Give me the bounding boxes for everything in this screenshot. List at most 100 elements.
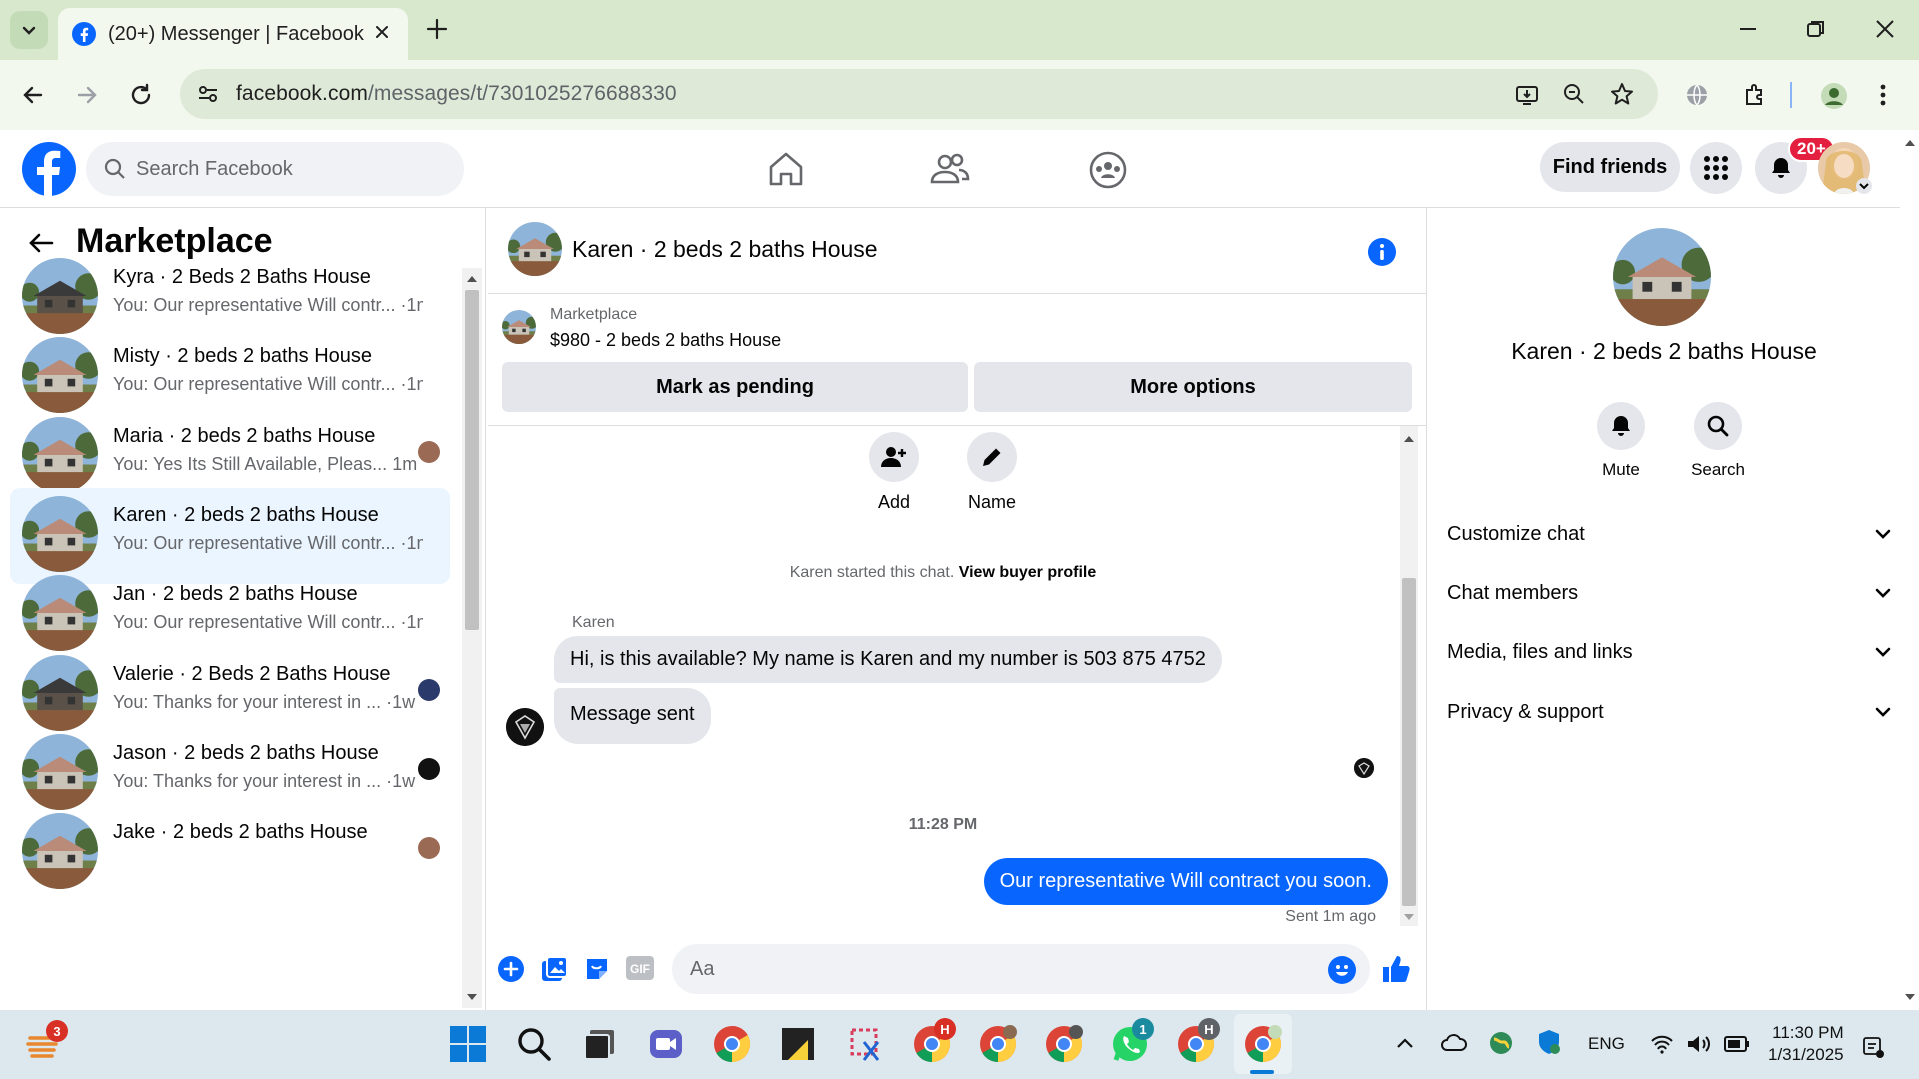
extensions-icon[interactable] (1742, 82, 1768, 108)
like-thumbs-up-icon[interactable] (1381, 954, 1411, 984)
back-arrow-icon[interactable] (20, 82, 46, 108)
add-label: Add (877, 492, 911, 512)
scroll-down-icon[interactable] (466, 992, 478, 1002)
windows-start-icon[interactable] (448, 1024, 488, 1064)
language-indicator[interactable]: ENG (1588, 1034, 1625, 1054)
chrome-active-icon[interactable] (1243, 1024, 1283, 1064)
volume-icon[interactable] (1686, 1034, 1712, 1054)
wifi-icon[interactable] (1650, 1034, 1674, 1054)
zoom-icon[interactable] (1562, 82, 1586, 106)
menu-grid-button[interactable] (1690, 142, 1742, 194)
sticky-notes-icon[interactable] (778, 1024, 818, 1064)
chrome-profile-icon[interactable] (978, 1024, 1018, 1064)
add-member-action[interactable]: Add (864, 432, 924, 513)
sender-avatar[interactable] (506, 708, 544, 746)
scroll-up-icon[interactable] (1904, 138, 1916, 148)
incoming-message[interactable]: Message sent (554, 688, 711, 744)
forward-arrow-icon[interactable] (74, 82, 100, 108)
conversation-name: Misty · 2 beds 2 baths House (113, 345, 373, 368)
message-input-box[interactable] (672, 944, 1370, 994)
listing-thumbnail[interactable] (502, 310, 536, 344)
browser-tab-active[interactable]: (20+) Messenger | Facebook (58, 8, 408, 60)
url-text[interactable]: facebook.com/messages/t/7301025276688330 (236, 82, 677, 106)
facebook-logo-icon[interactable] (22, 142, 76, 196)
view-buyer-profile-link[interactable]: View buyer profile (959, 564, 1097, 581)
conversation-time: ·1m (400, 295, 423, 315)
more-options-button[interactable]: More options (974, 362, 1412, 412)
bookmark-star-icon[interactable] (1610, 82, 1634, 106)
reload-icon[interactable] (128, 82, 154, 108)
groups-icon[interactable] (1088, 150, 1128, 190)
search-action[interactable]: Search (1683, 402, 1753, 480)
close-tab-icon[interactable] (372, 22, 392, 42)
install-app-icon[interactable] (1514, 82, 1540, 108)
emoji-icon[interactable] (1328, 956, 1356, 984)
conversation-thumbnail (22, 337, 98, 414)
minimize-icon[interactable] (1737, 18, 1759, 40)
conversation-thumbnail (22, 258, 98, 334)
incoming-message[interactable]: Hi, is this available? My name is Karen … (554, 636, 1222, 683)
browser-menu-icon[interactable] (1878, 82, 1888, 108)
home-icon[interactable] (766, 150, 806, 188)
scroll-up-icon[interactable] (466, 274, 478, 284)
tab-search-button[interactable] (10, 11, 48, 49)
gif-icon[interactable]: GIF (626, 956, 654, 980)
teams-meet-icon[interactable] (646, 1024, 686, 1064)
search-icon[interactable] (514, 1024, 554, 1064)
sidebar-scroll-thumb[interactable] (465, 290, 479, 630)
account-chevron-icon[interactable] (1856, 178, 1872, 194)
conversation-time: ·1w (386, 770, 416, 791)
system-clock[interactable]: 11:30 PM 1/31/2025 (1768, 1022, 1844, 1066)
section-chat-members[interactable]: Chat members (1447, 569, 1893, 617)
find-friends-button[interactable]: Find friends (1540, 142, 1680, 192)
outgoing-message[interactable]: Our representative Will contract you soo… (983, 858, 1388, 905)
friends-icon[interactable] (928, 150, 970, 188)
conversation-name: Jason · 2 beds 2 baths House (113, 741, 379, 764)
security-shield-icon[interactable] (1536, 1028, 1562, 1056)
conversation-item[interactable]: Jake · 2 beds 2 baths House (10, 805, 450, 901)
address-bar[interactable]: facebook.com/messages/t/7301025276688330 (180, 69, 1658, 119)
details-avatar[interactable] (1613, 228, 1711, 326)
new-tab-icon[interactable] (424, 16, 450, 42)
message-input[interactable] (690, 957, 1290, 981)
page-scrollbar[interactable] (1900, 130, 1919, 1010)
message-composer: GIF (488, 926, 1426, 1010)
scroll-up-icon[interactable] (1403, 434, 1415, 444)
mute-action[interactable]: Mute (1586, 402, 1656, 480)
task-view-icon[interactable] (580, 1024, 620, 1064)
chat-avatar[interactable] (508, 222, 562, 276)
chat-title[interactable]: Karen · 2 beds 2 baths House (572, 236, 878, 263)
chrome-profile-badge: H (934, 1018, 956, 1040)
info-icon[interactable] (1368, 238, 1396, 266)
scroll-down-icon[interactable] (1403, 912, 1415, 922)
chat-scroll-thumb[interactable] (1402, 578, 1416, 906)
chevron-up-icon[interactable] (1396, 1036, 1414, 1050)
section-customize-chat[interactable]: Customize chat (1447, 510, 1893, 558)
snipping-tool-icon[interactable] (846, 1024, 886, 1064)
network-globe-icon[interactable] (1488, 1030, 1514, 1056)
svg-text:GIF: GIF (630, 962, 650, 976)
chrome-icon[interactable] (712, 1024, 752, 1064)
site-settings-icon[interactable] (196, 82, 220, 106)
battery-icon[interactable] (1724, 1036, 1750, 1052)
name-chat-action[interactable]: Name (962, 432, 1022, 513)
translate-globe-icon[interactable] (1684, 82, 1710, 108)
profile-icon[interactable] (1820, 82, 1848, 110)
window-close-icon[interactable] (1874, 18, 1896, 40)
scroll-down-icon[interactable] (1904, 992, 1916, 1002)
conversation-preview: You: Yes Its Still Available, Pleas... 1… (113, 453, 418, 474)
restore-icon[interactable] (1805, 18, 1827, 40)
sticker-icon[interactable] (584, 956, 610, 982)
mark-as-pending-button[interactable]: Mark as pending (502, 362, 968, 412)
listing-description[interactable]: $980 - 2 beds 2 baths House (550, 330, 781, 351)
browser-tab-strip: (20+) Messenger | Facebook (0, 0, 1919, 60)
facebook-search[interactable] (86, 142, 464, 196)
notification-center-icon[interactable] (1862, 1036, 1884, 1058)
search-input[interactable] (136, 157, 436, 181)
section-media-files-links[interactable]: Media, files and links (1447, 628, 1893, 676)
section-privacy-support[interactable]: Privacy & support (1447, 688, 1893, 736)
plus-circle-icon[interactable] (498, 956, 524, 982)
onedrive-cloud-icon[interactable] (1440, 1032, 1468, 1054)
photo-icon[interactable] (541, 956, 569, 982)
chrome-profile-icon[interactable] (1044, 1024, 1084, 1064)
